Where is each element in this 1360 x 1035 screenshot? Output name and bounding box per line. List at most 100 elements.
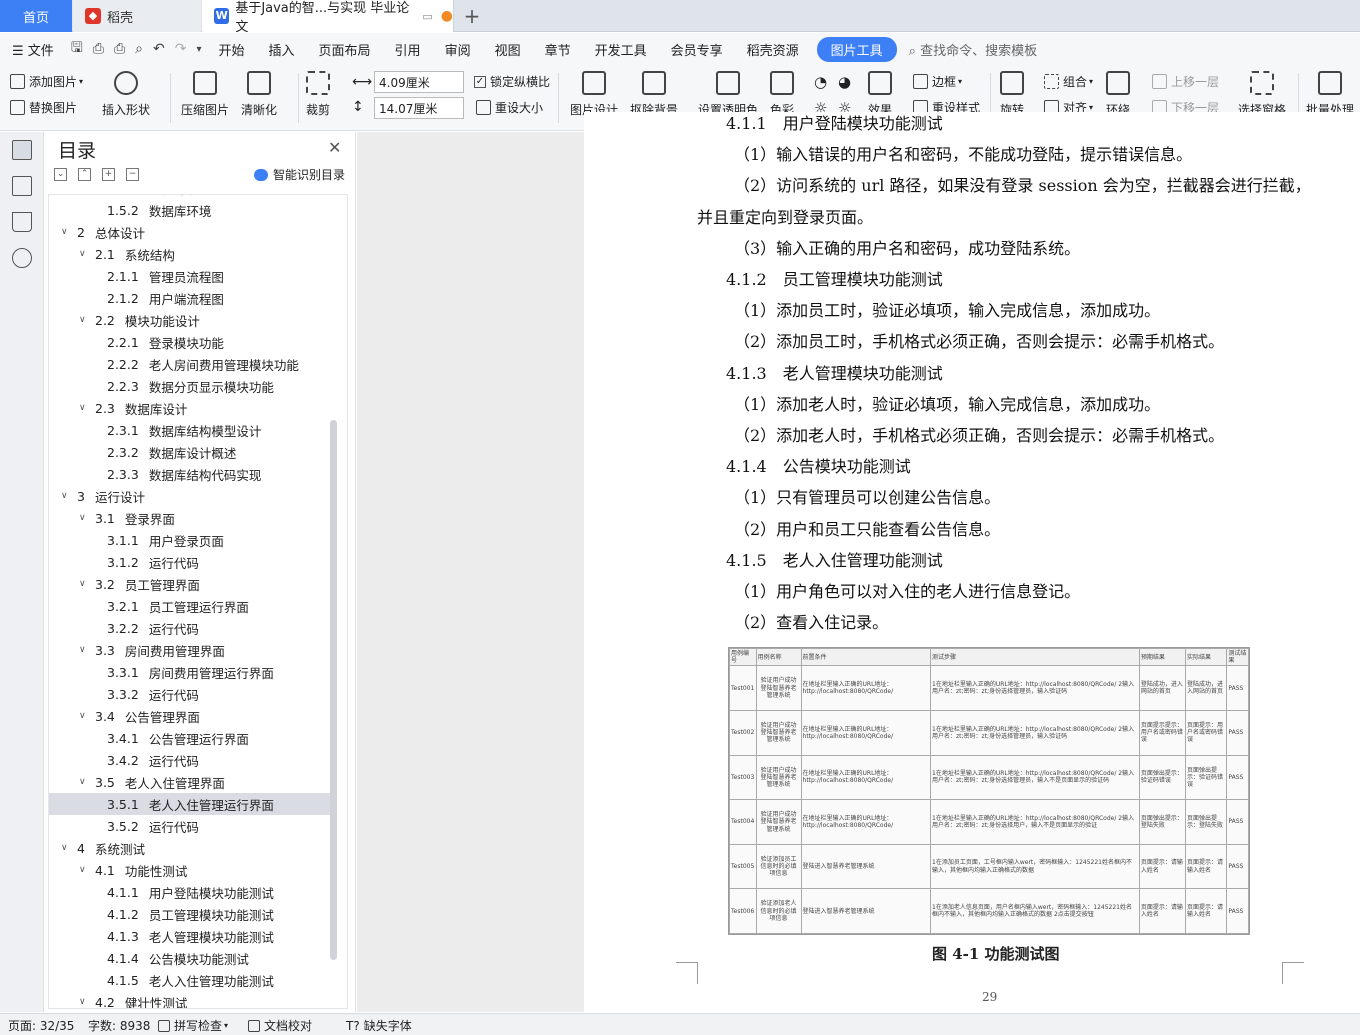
- toc-item[interactable]: 2.3.2 数据库设计概述: [49, 441, 331, 463]
- add-heading-icon[interactable]: +: [102, 168, 115, 181]
- chevron-down-icon[interactable]: ∨: [79, 579, 91, 589]
- menu-developer[interactable]: 开发工具: [583, 40, 659, 59]
- float-window-icon[interactable]: ▭: [422, 10, 432, 23]
- toc-item[interactable]: ∨ 4.1 功能性测试: [49, 859, 331, 881]
- quick-access-chevron-icon[interactable]: ▾: [191, 44, 206, 55]
- toc-item[interactable]: ∨ 2.1 系统结构: [49, 243, 331, 265]
- chevron-down-icon[interactable]: ∨: [79, 865, 91, 875]
- toc-item[interactable]: 2.2.3 数据分页显示模块功能: [49, 375, 331, 397]
- chevron-down-icon[interactable]: ∨: [61, 843, 73, 853]
- smart-toc-button[interactable]: 智能识别目录: [254, 166, 345, 183]
- toc-item[interactable]: 3.5.2 运行代码: [49, 815, 331, 837]
- toc-item[interactable]: 3.5.1 老人入住管理运行界面: [49, 793, 331, 815]
- toc-item[interactable]: 3.4.1 公告管理运行界面: [49, 727, 331, 749]
- rotate-button[interactable]: 旋转: [1000, 65, 1024, 118]
- bring-forward-button[interactable]: 上移一层: [1152, 73, 1219, 90]
- selection-pane-button[interactable]: 选择窗格: [1238, 65, 1286, 118]
- chevron-down-icon[interactable]: ∨: [79, 403, 91, 413]
- tab-home[interactable]: 首页: [0, 0, 72, 32]
- menu-start[interactable]: 开始: [207, 40, 257, 59]
- toc-item[interactable]: 4.1.2 员工管理模块功能测试: [49, 903, 331, 925]
- menu-view[interactable]: 视图: [483, 40, 533, 59]
- toc-item[interactable]: 2.3.1 数据库结构模型设计: [49, 419, 331, 441]
- chevron-down-icon[interactable]: ∨: [79, 777, 91, 787]
- menu-docer-resource[interactable]: 稻壳资源: [735, 40, 811, 59]
- collapse-all-icon[interactable]: ⌄: [54, 168, 67, 181]
- toc-scrollbar[interactable]: [330, 420, 337, 960]
- menu-review[interactable]: 审阅: [433, 40, 483, 59]
- toc-item[interactable]: ∨ 2.2 模块功能设计: [49, 309, 331, 331]
- toc-item[interactable]: ∨ 3.2 员工管理界面: [49, 573, 331, 595]
- toc-item[interactable]: ∨ 3.1 登录界面: [49, 507, 331, 529]
- chevron-down-icon[interactable]: ∨: [79, 315, 91, 325]
- menu-file[interactable]: ☰ 文件: [0, 40, 66, 59]
- chevron-down-icon[interactable]: ∨: [61, 227, 73, 237]
- print-preview-icon[interactable]: ⌕: [130, 41, 148, 57]
- toc-item[interactable]: ∨ 4 系统测试: [49, 837, 331, 859]
- tab-document[interactable]: W 基于Java的智...与实现 毕业论文 ▭ ●: [202, 0, 454, 35]
- toc-item[interactable]: 3.1.2 运行代码: [49, 551, 331, 573]
- toc-item[interactable]: 3.1.1 用户登录页面: [49, 529, 331, 551]
- chevron-down-icon[interactable]: ∨: [79, 997, 91, 1007]
- menu-picture-tools[interactable]: 图片工具: [816, 36, 897, 62]
- menu-page-layout[interactable]: 页面布局: [307, 40, 383, 59]
- chevron-down-icon[interactable]: ∨: [79, 645, 91, 655]
- chevron-down-icon[interactable]: ∨: [79, 249, 91, 259]
- brightness-decrease-icon[interactable]: ◕: [838, 73, 851, 91]
- toc-item[interactable]: 1.5.2 数据库环境: [49, 199, 331, 221]
- lock-ratio-checkbox[interactable]: ✓ 锁定纵横比: [474, 73, 550, 90]
- toc-item[interactable]: 2.3.3 数据库结构代码实现: [49, 463, 331, 485]
- missing-font-button[interactable]: T? 缺失字体: [346, 1017, 412, 1034]
- compress-picture-button[interactable]: 压缩图片: [181, 65, 229, 118]
- chevron-down-icon[interactable]: ∨: [79, 711, 91, 721]
- menu-insert[interactable]: 插入: [257, 40, 307, 59]
- toc-item[interactable]: 3.2.1 员工管理运行界面: [49, 595, 331, 617]
- toc-item[interactable]: ∨ 2 总体设计: [49, 221, 331, 243]
- toc-item[interactable]: ∨ 4.2 健壮性测试: [49, 991, 331, 1009]
- expand-up-icon[interactable]: ⌃: [78, 168, 91, 181]
- save-icon[interactable]: 🖫: [66, 37, 88, 61]
- menu-member[interactable]: 会员专享: [659, 40, 735, 59]
- clarify-button[interactable]: 清晰化: [241, 65, 277, 118]
- close-icon[interactable]: ✕: [328, 138, 341, 157]
- undo-icon[interactable]: ↶: [148, 41, 170, 57]
- toc-item[interactable]: 3.3.2 运行代码: [49, 683, 331, 705]
- toc-item[interactable]: 4.1.1 用户登陆模块功能测试: [49, 881, 331, 903]
- toc-item[interactable]: 4.1.5 老人入住管理功能测试: [49, 969, 331, 991]
- chevron-down-icon[interactable]: ∨: [79, 513, 91, 523]
- add-picture-button[interactable]: 添加图片 ▾: [10, 73, 83, 90]
- brightness-increase-icon[interactable]: ◔: [814, 73, 827, 91]
- toc-item[interactable]: 2.1.1 管理员流程图: [49, 265, 331, 287]
- toc-item[interactable]: 4.1.4 公告模块功能测试: [49, 947, 331, 969]
- width-input[interactable]: 4.09厘米: [374, 71, 464, 93]
- function-test-table-image[interactable]: 用例编号 用例名称 前置条件 测试步骤 预期结果 实际结果 测试结果 Test001 验证用户…: [728, 647, 1250, 935]
- chapter-nav-icon[interactable]: [12, 176, 32, 196]
- find-icon[interactable]: [12, 248, 32, 268]
- command-search[interactable]: ⌕ 查找命令、搜索模板: [909, 40, 1037, 59]
- batch-process-button[interactable]: 批量处理: [1306, 65, 1354, 118]
- toc-item[interactable]: ∨ 3 运行设计: [49, 485, 331, 507]
- chevron-down-icon[interactable]: ∨: [61, 491, 73, 501]
- wrap-button[interactable]: 环绕: [1106, 65, 1130, 118]
- insert-shape-button[interactable]: 插入形状: [102, 65, 150, 118]
- crop-button[interactable]: 裁剪: [306, 65, 330, 118]
- spell-check-button[interactable]: 拼写检查 ▾: [158, 1017, 228, 1034]
- menu-chapter[interactable]: 章节: [533, 40, 583, 59]
- remove-heading-icon[interactable]: −: [126, 168, 139, 181]
- proofread-button[interactable]: 文档校对: [248, 1017, 312, 1034]
- page-indicator[interactable]: 页面: 32/35: [8, 1017, 74, 1034]
- redo-icon[interactable]: ↷: [170, 41, 192, 57]
- print-icon[interactable]: ⎙: [109, 41, 130, 57]
- picture-design-button[interactable]: 图片设计: [570, 65, 618, 118]
- word-count[interactable]: 字数: 8938: [88, 1017, 150, 1034]
- toc-item[interactable]: 2.2.1 登录模块功能: [49, 331, 331, 353]
- group-button[interactable]: 组合 ▾: [1044, 73, 1093, 90]
- remove-background-button[interactable]: 抠除背景: [630, 65, 678, 118]
- toc-item[interactable]: 3.3.1 房间费用管理运行界面: [49, 661, 331, 683]
- toc-item[interactable]: ∨ 3.4 公告管理界面: [49, 705, 331, 727]
- toc-item[interactable]: 3.2.2 运行代码: [49, 617, 331, 639]
- toc-icon[interactable]: [12, 140, 32, 160]
- toc-item[interactable]: ∨ 3.3 房间费用管理界面: [49, 639, 331, 661]
- reset-size-button[interactable]: 重设大小: [476, 99, 543, 116]
- toc-item[interactable]: ∨ 2.3 数据库设计: [49, 397, 331, 419]
